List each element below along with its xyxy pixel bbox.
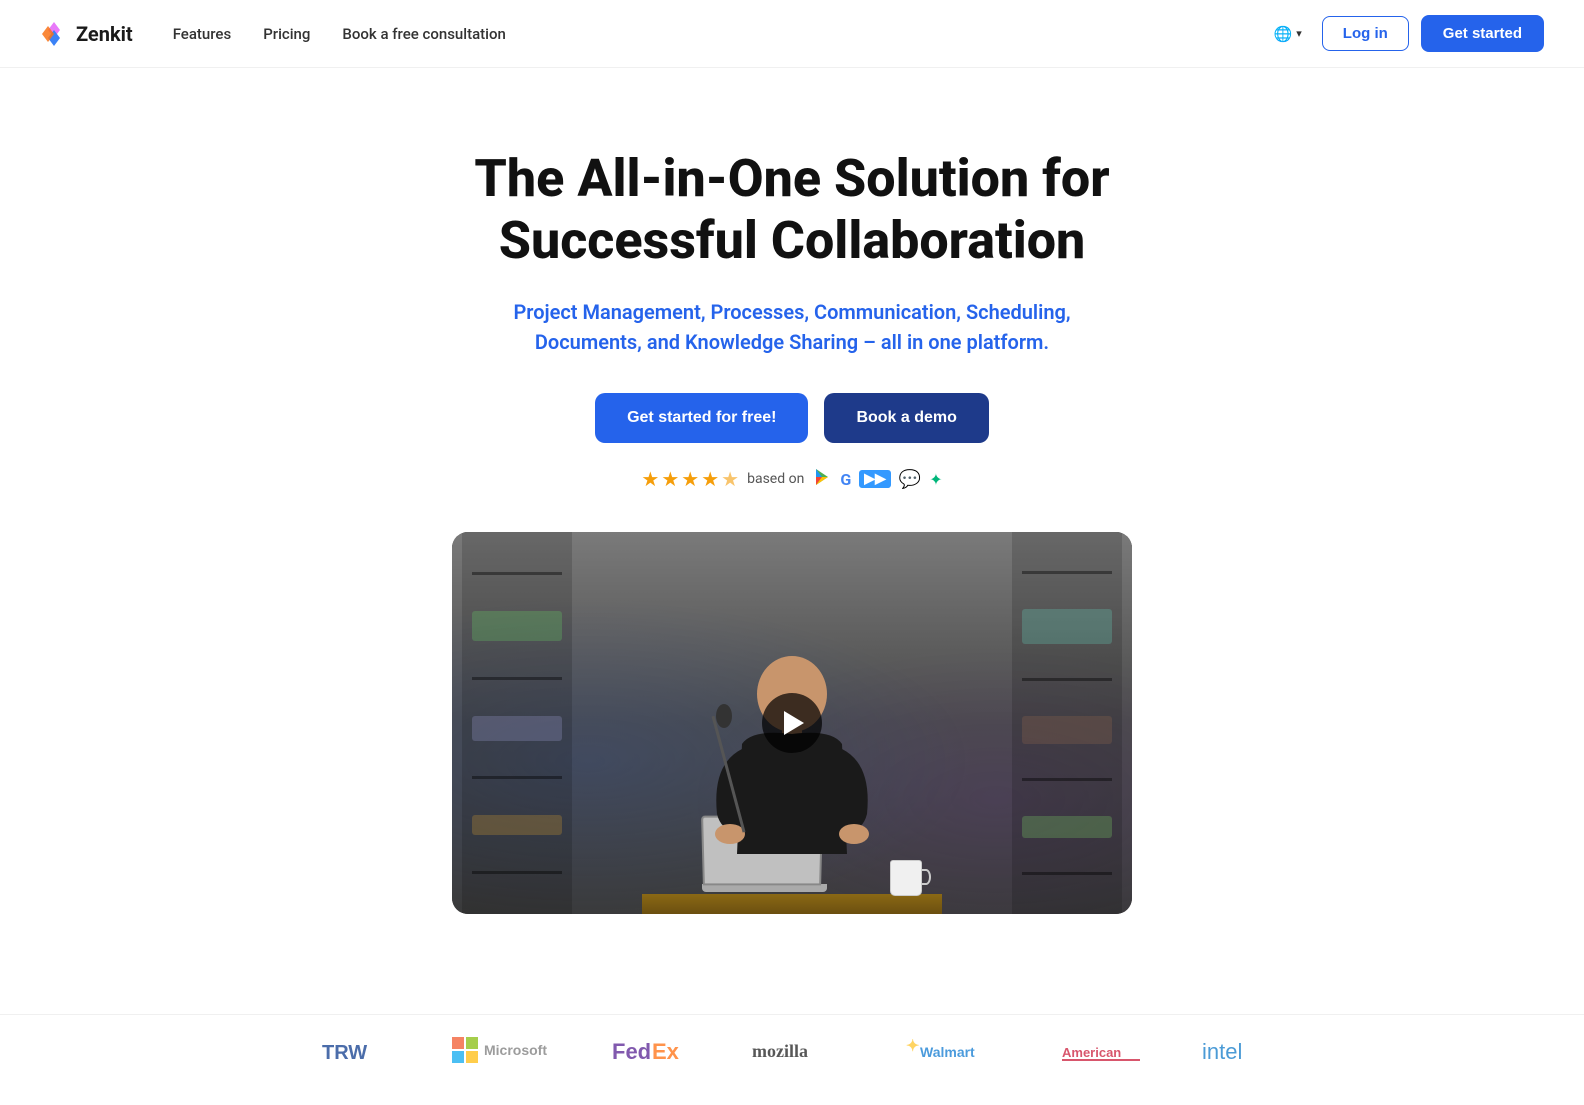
trustpilot-icon: ✦ [929, 470, 942, 489]
svg-text:intel: intel [1202, 1039, 1242, 1064]
get-started-button[interactable]: Get started [1421, 15, 1544, 52]
globe-icon: 🌐 [1274, 25, 1293, 43]
rating-row: ★ ★ ★ ★ ★ based on G ▶▶ 💬 ✦ [20, 467, 1564, 492]
play-store-icon [812, 467, 832, 492]
nav-item-pricing[interactable]: Pricing [263, 24, 310, 43]
star-4: ★ [701, 467, 719, 491]
logo-intel: intel [1202, 1035, 1262, 1065]
video-background [452, 532, 1132, 915]
hero-subtitle: Project Management, Processes, Communica… [462, 297, 1122, 357]
logos-section: TRW Microsoft Fed Ex mozilla [0, 1014, 1584, 1095]
star-1: ★ [641, 467, 659, 491]
nav-item-features[interactable]: Features [173, 24, 231, 43]
svg-text:Microsoft: Microsoft [484, 1042, 547, 1058]
star-rating: ★ ★ ★ ★ ★ [641, 467, 739, 491]
logo-walmart: Walmart ✦ [902, 1035, 1002, 1065]
logo-microsoft: Microsoft [452, 1035, 552, 1065]
hero-headline-line2: Successful Collaboration [499, 210, 1086, 271]
capterra-icon: ▶▶ [859, 470, 891, 488]
rating-text: based on [747, 471, 804, 487]
svg-text:Fed: Fed [612, 1039, 651, 1064]
shelf-left [462, 532, 572, 915]
get-started-free-button[interactable]: Get started for free! [595, 393, 808, 443]
play-triangle-icon [784, 711, 804, 735]
star-2: ★ [661, 467, 679, 491]
logo-text: Zenkit [76, 22, 133, 46]
logo-american: American [1062, 1035, 1142, 1065]
language-selector[interactable]: 🌐 ▾ [1266, 19, 1310, 49]
svg-text:TRW: TRW [322, 1042, 367, 1064]
svg-text:✦: ✦ [906, 1036, 919, 1055]
nav-links: Features Pricing Book a free consultatio… [173, 24, 506, 43]
logos-row: TRW Microsoft Fed Ex mozilla [40, 1035, 1544, 1065]
nav-link-pricing[interactable]: Pricing [263, 25, 310, 43]
logo-fedex: Fed Ex [612, 1035, 692, 1065]
zenkit-logo-icon [40, 20, 68, 48]
play-button[interactable] [762, 693, 822, 753]
svg-text:mozilla: mozilla [752, 1041, 808, 1061]
shelf-right [1012, 532, 1122, 915]
logo-trw: TRW [322, 1035, 392, 1065]
rating-logos: G ▶▶ 💬 ✦ [812, 467, 942, 492]
nav-item-consultation[interactable]: Book a free consultation [342, 24, 505, 43]
svg-text:American: American [1062, 1045, 1121, 1060]
person-silhouette [672, 634, 912, 914]
nav-link-features[interactable]: Features [173, 25, 231, 43]
svg-text:Ex: Ex [652, 1039, 680, 1064]
hero-headline-line1: The All-in-One Solution for [474, 148, 1109, 209]
login-button[interactable]: Log in [1322, 16, 1409, 51]
star-5: ★ [721, 467, 739, 491]
navbar-left: Zenkit Features Pricing Book a free cons… [40, 20, 506, 48]
navbar: Zenkit Features Pricing Book a free cons… [0, 0, 1584, 68]
nav-link-consultation[interactable]: Book a free consultation [342, 25, 505, 43]
hero-section: The All-in-One Solution for Successful C… [0, 68, 1584, 1014]
book-demo-button[interactable]: Book a demo [824, 393, 988, 443]
video-container[interactable] [452, 532, 1132, 915]
hero-buttons: Get started for free! Book a demo [20, 393, 1564, 443]
google-icon: G [840, 470, 851, 489]
logo-link[interactable]: Zenkit [40, 20, 133, 48]
star-3: ★ [681, 467, 699, 491]
chevron-down-icon: ▾ [1296, 27, 1302, 40]
getapp-icon: 💬 [899, 469, 921, 490]
svg-text:Walmart: Walmart [920, 1044, 975, 1060]
hero-headline: The All-in-One Solution for Successful C… [442, 148, 1142, 273]
logo-mozilla: mozilla [752, 1035, 842, 1065]
navbar-right: 🌐 ▾ Log in Get started [1266, 15, 1544, 52]
